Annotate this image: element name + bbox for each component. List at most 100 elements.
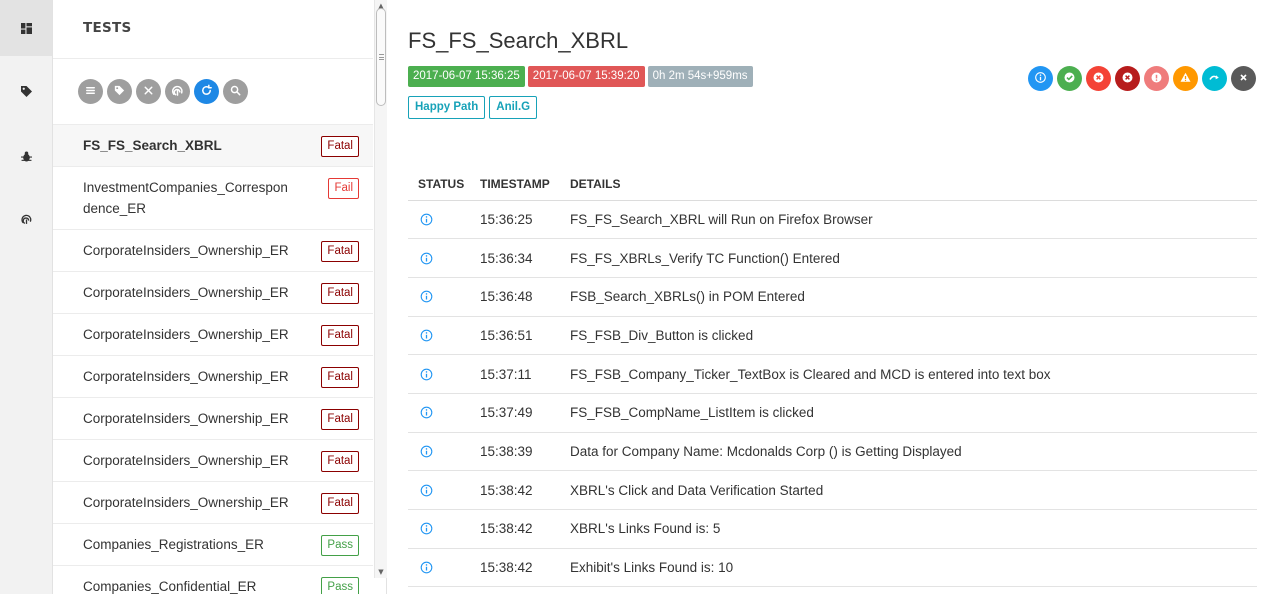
log-row: 15:36:51 FS_FSB_Div_Button is clicked xyxy=(408,316,1257,356)
clear-icon xyxy=(1237,69,1250,88)
list-icon xyxy=(84,82,97,101)
fail-x-filter-button[interactable] xyxy=(1086,66,1111,91)
sidebar-nav xyxy=(0,0,53,594)
check-icon xyxy=(1063,69,1076,88)
list-view-button[interactable] xyxy=(78,79,103,104)
log-details: FS_FS_XBRLs_Verify TC Function() Entered xyxy=(560,238,1257,278)
fatal-x-filter-button[interactable] xyxy=(1115,66,1140,91)
nav-bugs[interactable] xyxy=(0,128,52,184)
log-timestamp: 15:38:42 xyxy=(470,470,560,510)
log-timestamp: 15:37:11 xyxy=(470,354,560,394)
test-list-scrollbar[interactable]: ▲ ▼ xyxy=(374,0,387,578)
test-list-title: TESTS xyxy=(83,20,132,36)
log-status-cell xyxy=(408,277,470,317)
skip-filter-button[interactable] xyxy=(1202,66,1227,91)
fail-x-icon xyxy=(1092,69,1105,88)
grid-icon xyxy=(20,19,32,38)
test-name: CorporateInsiders_Ownership_ER xyxy=(83,411,289,426)
test-status-badge: Fatal xyxy=(321,367,359,388)
author-badge[interactable]: Anil.G xyxy=(489,96,538,119)
test-status-badge: Fatal xyxy=(321,451,359,472)
category-badges: Happy Path Anil.G xyxy=(408,96,538,119)
test-list-item[interactable]: Companies_Registrations_ER Pass xyxy=(53,523,373,565)
exception-filter-button[interactable] xyxy=(165,79,190,104)
nav-exceptions[interactable] xyxy=(0,191,52,247)
nav-tags[interactable] xyxy=(0,63,52,119)
scroll-down-arrow-icon[interactable]: ▼ xyxy=(375,566,387,578)
fingerprint-icon xyxy=(20,210,32,229)
log-timestamp: 15:36:51 xyxy=(470,316,560,356)
tag-icon xyxy=(113,82,126,101)
test-name: Companies_Registrations_ER xyxy=(83,537,264,552)
test-list: FS_FS_Search_XBRL Fatal InvestmentCompanie… xyxy=(53,124,373,594)
warning-filter-button[interactable] xyxy=(1173,66,1198,91)
log-row: 15:37:49 FS_FSB_CompName_ListItem is clic… xyxy=(408,393,1257,433)
log-status-cell xyxy=(408,200,470,240)
log-row: 15:37:11 FS_FSB_Company_Ticker_TextBox is… xyxy=(408,354,1257,394)
test-list-item[interactable]: CorporateInsiders_Ownership_ER Fatal xyxy=(53,481,373,523)
nav-dashboard[interactable] xyxy=(0,0,52,56)
skip-icon xyxy=(1208,69,1221,88)
info-icon xyxy=(418,445,470,458)
test-list-item[interactable]: CorporateInsiders_Ownership_ER Fatal xyxy=(53,439,373,481)
test-name: CorporateInsiders_Ownership_ER xyxy=(83,495,289,510)
test-list-item[interactable]: InvestmentCompanies_Correspondence_ER Fai… xyxy=(53,166,373,229)
log-row: 15:36:34 FS_FS_XBRLs_Verify TC Function()… xyxy=(408,238,1257,278)
search-button[interactable] xyxy=(223,79,248,104)
log-status-cell xyxy=(408,393,470,433)
log-details: Exhibit's Links Found is: 10 xyxy=(560,548,1257,588)
test-name: CorporateInsiders_Ownership_ER xyxy=(83,243,289,258)
test-status-badge: Fatal xyxy=(321,325,359,346)
log-details: FSB_Search_XBRLs() in POM Entered xyxy=(560,277,1257,317)
report-app: TESTS FS_FS_Search_XBRL Fatal InvestmentCo… xyxy=(0,0,1275,594)
test-time-badges: 2017-06-07 15:36:25 2017-06-07 15:39:20 … xyxy=(408,66,753,87)
refresh-icon xyxy=(200,82,213,101)
error-icon xyxy=(1150,69,1163,88)
test-name: CorporateInsiders_Ownership_ER xyxy=(83,453,289,468)
test-list-item[interactable]: CorporateInsiders_Ownership_ER Fatal xyxy=(53,229,373,271)
info-filter-button[interactable] xyxy=(1028,66,1053,91)
check-filter-button[interactable] xyxy=(1057,66,1082,91)
scroll-thumb[interactable] xyxy=(376,8,386,106)
tag-icon xyxy=(20,82,32,101)
category-badge[interactable]: Happy Path xyxy=(408,96,486,119)
log-status-cell xyxy=(408,316,470,356)
test-list-item[interactable]: Companies_Confidential_ER Pass xyxy=(53,565,373,594)
log-row: 15:36:48 FSB_Search_XBRLs() in POM Entere… xyxy=(408,277,1257,317)
clear-filter-button[interactable] xyxy=(1231,66,1256,91)
info-icon xyxy=(418,368,470,381)
log-table-header: STATUS TIMESTAMP DETAILS xyxy=(408,168,1257,201)
clear-filter-button[interactable] xyxy=(136,79,161,104)
log-row: 15:38:42 XBRL's Links Found is: 5 xyxy=(408,509,1257,549)
test-list-item[interactable]: CorporateInsiders_Ownership_ER Fatal xyxy=(53,397,373,439)
log-details: FS_FS_Search_XBRL will Run on Firefox Br… xyxy=(560,200,1257,240)
test-status-badge: Fatal xyxy=(321,241,359,262)
log-status-cell xyxy=(408,238,470,278)
test-list-toolbar xyxy=(78,79,248,104)
refresh-button[interactable] xyxy=(194,79,219,104)
details-column-header: DETAILS xyxy=(560,168,1257,201)
log-table: STATUS TIMESTAMP DETAILS 15:36:25 FS_FS_S… xyxy=(408,168,1257,588)
log-details: FS_FSB_Company_Ticker_TextBox is Cleared… xyxy=(560,354,1257,394)
log-status-cell xyxy=(408,548,470,588)
log-timestamp: 15:38:39 xyxy=(470,432,560,472)
log-details: FS_FSB_CompName_ListItem is clicked xyxy=(560,393,1257,433)
timestamp-column-header: TIMESTAMP xyxy=(470,168,560,201)
info-icon xyxy=(418,484,470,497)
info-icon xyxy=(418,561,470,574)
divider xyxy=(53,58,373,59)
error-filter-button[interactable] xyxy=(1144,66,1169,91)
tag-filter-button[interactable] xyxy=(107,79,132,104)
test-list-item[interactable]: FS_FS_Search_XBRL Fatal xyxy=(53,124,373,166)
log-timestamp: 15:37:49 xyxy=(470,393,560,433)
log-row: 15:38:42 Exhibit's Links Found is: 10 xyxy=(408,548,1257,588)
test-list-item[interactable]: CorporateInsiders_Ownership_ER Fatal xyxy=(53,271,373,313)
test-status-badge: Fail xyxy=(328,178,359,199)
log-status-cell xyxy=(408,354,470,394)
test-list-item[interactable]: CorporateInsiders_Ownership_ER Fatal xyxy=(53,313,373,355)
test-name: InvestmentCompanies_Correspondence_ER xyxy=(83,180,288,216)
test-detail-panel: FS_FS_Search_XBRL 2017-06-07 15:36:25 20… xyxy=(388,0,1275,594)
log-details: XBRL's Click and Data Verification Start… xyxy=(560,470,1257,510)
info-icon xyxy=(418,290,470,303)
test-list-item[interactable]: CorporateInsiders_Ownership_ER Fatal xyxy=(53,355,373,397)
